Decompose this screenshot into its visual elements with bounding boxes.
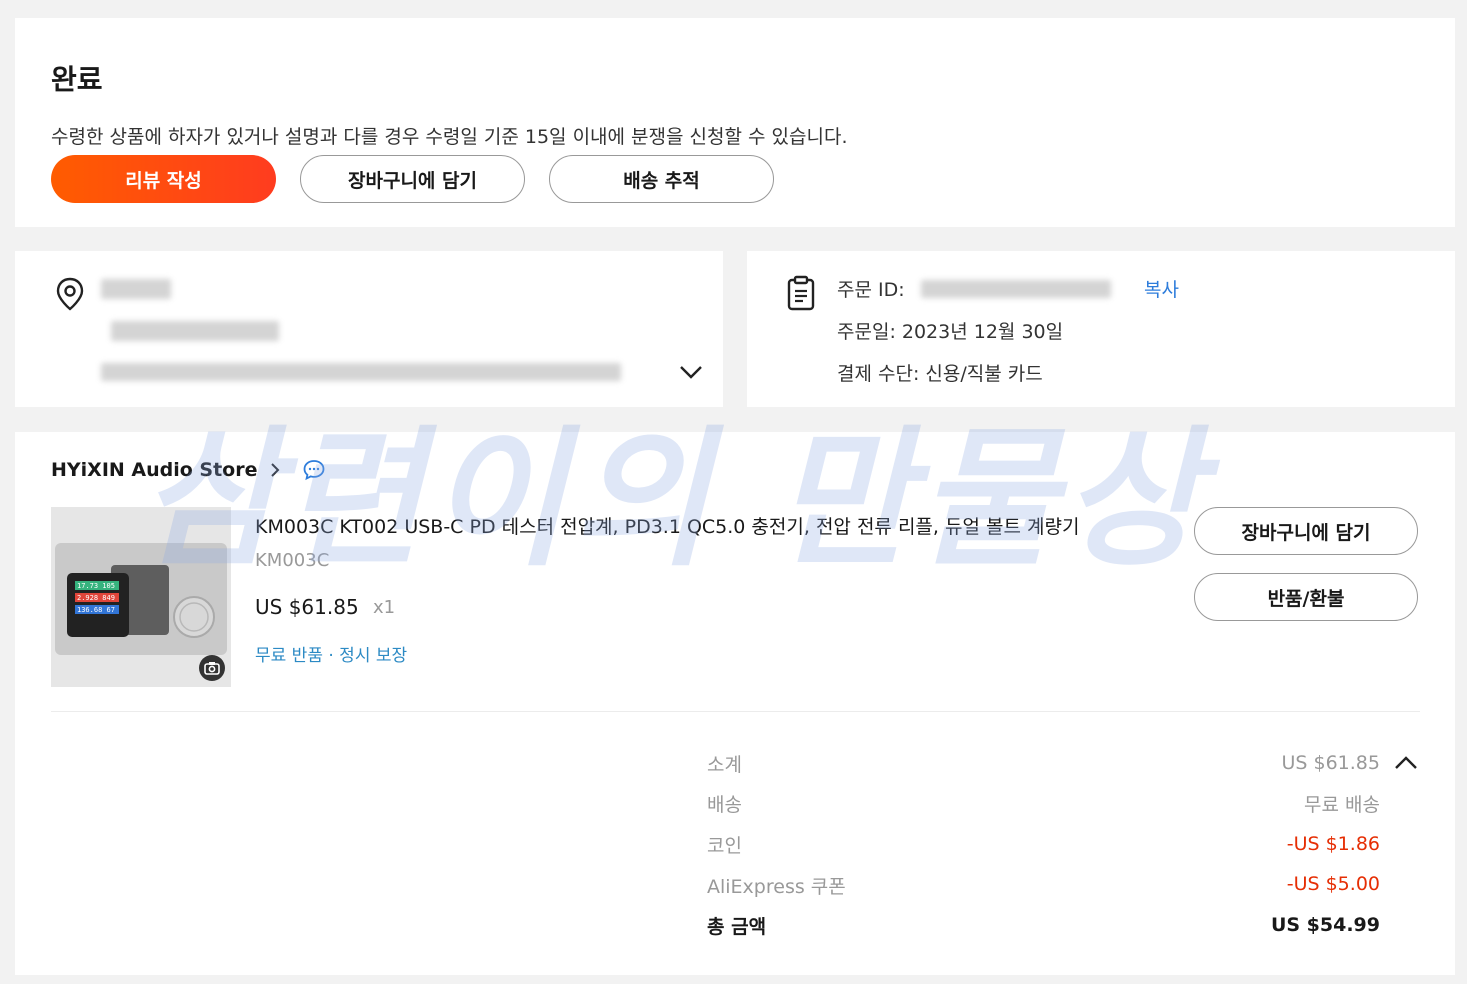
coins-value: -US $1.86 [1286,833,1380,855]
order-id-label: 주문 ID: [837,279,905,301]
store-name-link[interactable]: HYiXIN Audio Store [51,459,258,481]
address-redacted [101,363,621,381]
camera-icon[interactable] [199,655,225,681]
chevron-right-icon[interactable] [268,462,282,478]
order-item-card: HYiXIN Audio Store 17.73 105 2.928 849 1… [15,432,1455,975]
screen-voltage: 17.73 105 [77,582,115,590]
total-value: US $54.99 [1270,914,1380,936]
coupon-value: -US $5.00 [1286,873,1380,895]
store-header: HYiXIN Audio Store [51,458,326,482]
subtotal-label: 소계 [707,754,742,776]
return-refund-button[interactable]: 반품/환불 [1194,573,1418,621]
chevron-down-icon[interactable] [678,363,704,381]
divider [51,711,1420,712]
product-title[interactable]: KM003C KT002 USB-C PD 테스터 전압계, PD3.1 QC5… [255,512,1165,539]
item-add-to-cart-button[interactable]: 장바구니에 담기 [1194,507,1418,555]
dispute-notice: 수령한 상품에 하자가 있거나 설명과 다를 경우 수령일 기준 15일 이내에… [51,126,848,148]
product-price: US $61.85 [255,595,359,619]
total-label: 총 금액 [707,916,767,938]
service-badges[interactable]: 무료 반품 · 정시 보장 [255,641,407,666]
coins-label: 코인 [707,835,742,857]
order-status-title: 완료 [51,63,103,96]
recipient-name-redacted [101,279,171,299]
clipboard-icon [787,275,815,311]
order-id-redacted [921,280,1111,298]
location-pin-icon [56,277,84,311]
shipping-address-card [15,251,723,407]
write-review-button[interactable]: 리뷰 작성 [51,155,276,203]
chat-icon[interactable] [302,458,326,482]
screen-power: 136.68 67 [77,606,115,614]
screen-current: 2.928 849 [77,594,115,602]
chevron-up-icon[interactable] [1393,754,1419,772]
product-thumbnail[interactable]: 17.73 105 2.928 849 136.68 67 [51,507,231,687]
shipping-value: 무료 배송 [1304,794,1380,816]
add-to-cart-button[interactable]: 장바구니에 담기 [300,155,525,203]
order-status-card: 완료 수령한 상품에 하자가 있거나 설명과 다를 경우 수령일 기준 15일 … [15,18,1455,227]
product-sku: KM003C [255,550,330,571]
subtotal-value: US $61.85 [1281,752,1381,774]
track-shipping-button[interactable]: 배송 추적 [549,155,774,203]
phone-number-redacted [111,321,279,341]
coupon-label: AliExpress 쿠폰 [707,876,846,898]
order-date: 주문일: 2023년 12월 30일 [837,321,1064,343]
copy-order-id-link[interactable]: 복사 [1144,275,1179,302]
payment-method: 결제 수단: 신용/직불 카드 [837,363,1043,385]
product-quantity: x1 [373,597,396,618]
shipping-label: 배송 [707,794,742,816]
order-info-card: 주문 ID: 복사 주문일: 2023년 12월 30일 결제 수단: 신용/직… [747,251,1455,407]
